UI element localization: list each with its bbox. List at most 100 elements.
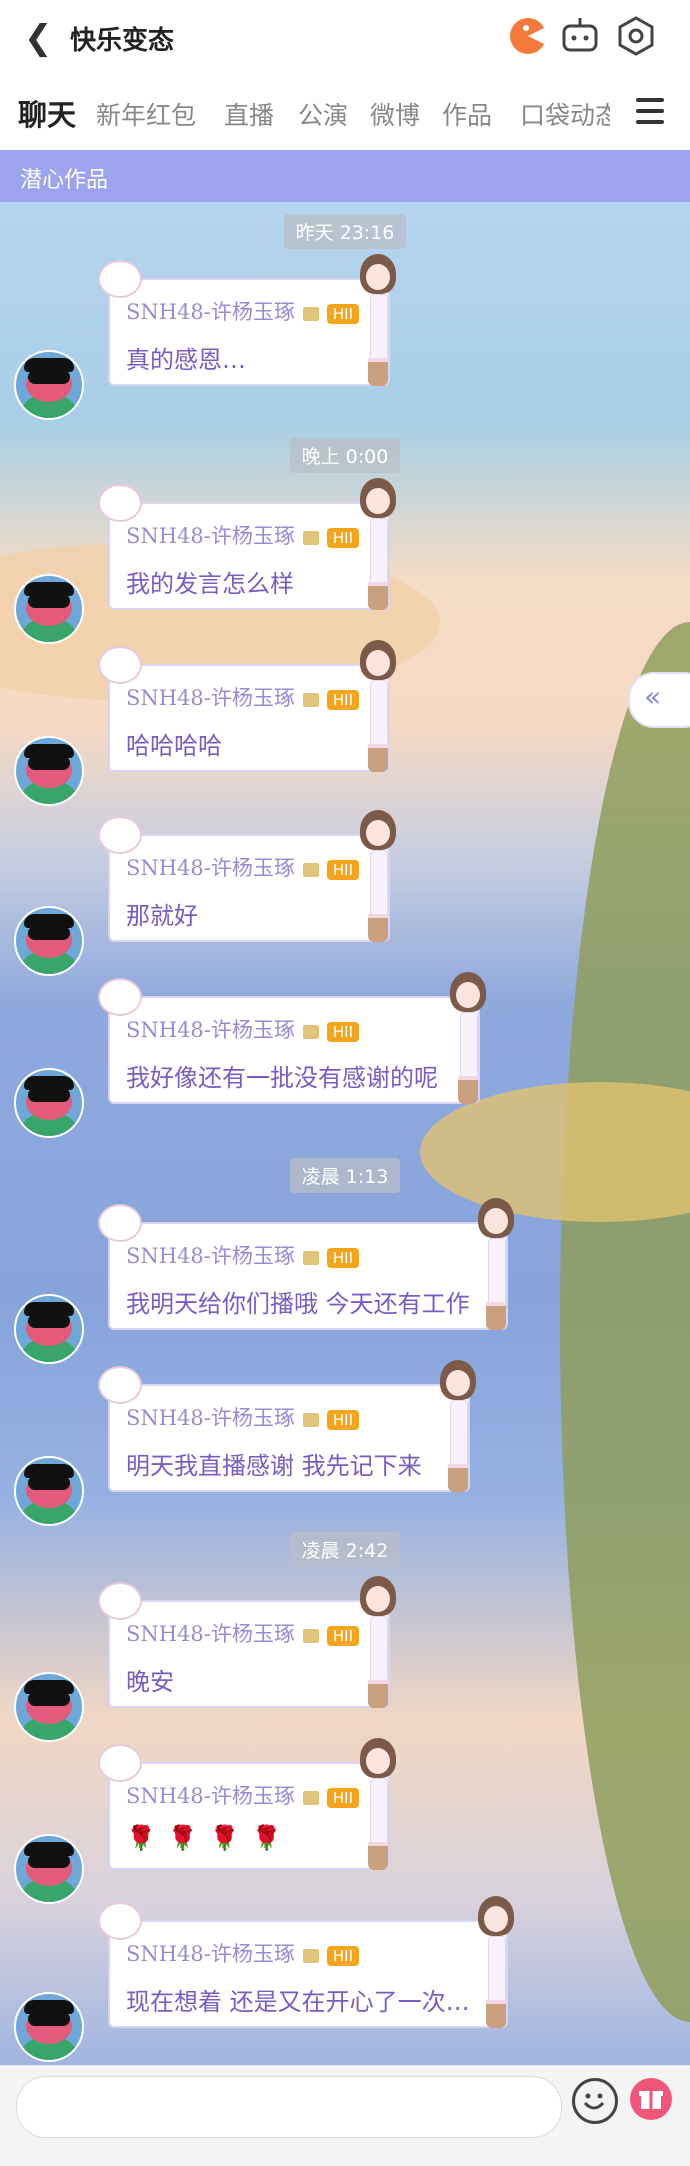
tab-performance[interactable]: 公演 bbox=[298, 96, 348, 132]
tab-red-packet[interactable]: 新年红包 bbox=[96, 96, 196, 132]
top-bar: ❮ 快乐变态 bbox=[0, 0, 690, 74]
message-text: 明天我直播感谢 我先记下来 bbox=[126, 1452, 422, 1480]
sender-name: SNH48-许杨玉琢 HII bbox=[126, 296, 360, 326]
level-badge: HII bbox=[326, 689, 360, 710]
robot-icon[interactable] bbox=[558, 14, 602, 58]
message-text: 我好像还有一批没有感谢的呢 bbox=[126, 1064, 438, 1092]
message-text: 哈哈哈哈 bbox=[126, 732, 222, 760]
sender-name: SNH48-许杨玉琢 HII bbox=[126, 1014, 360, 1044]
timestamp: 昨天 23:16 bbox=[0, 214, 690, 249]
sheep-decoration-icon bbox=[98, 1204, 142, 1242]
avatar[interactable] bbox=[14, 1672, 84, 1742]
timestamp: 凌晨 1:13 bbox=[0, 1158, 690, 1193]
message-text: 我明天给你们播哦 今天还有工作 bbox=[126, 1290, 470, 1318]
house-icon bbox=[302, 1948, 319, 1963]
tab-live[interactable]: 直播 bbox=[224, 96, 274, 132]
chevron-left-icon[interactable]: ❮ bbox=[24, 18, 53, 58]
message-bubble[interactable]: SNH48-许杨玉琢 HII 我的发言怎么样 bbox=[98, 478, 396, 610]
level-badge: HII bbox=[326, 1945, 360, 1966]
level-badge: HII bbox=[326, 303, 360, 324]
message-text: 真的感恩… bbox=[126, 346, 246, 374]
level-badge: HII bbox=[326, 1247, 360, 1268]
settings-icon[interactable] bbox=[614, 14, 658, 58]
tab-chat[interactable]: 聊天 bbox=[18, 92, 76, 134]
sheep-decoration-icon bbox=[98, 978, 142, 1016]
idol-avatar-decoration bbox=[356, 478, 400, 614]
avatar[interactable] bbox=[14, 1834, 84, 1904]
house-icon bbox=[302, 306, 319, 321]
level-badge: HII bbox=[326, 1409, 360, 1430]
message-bubble[interactable]: SNH48-许杨玉琢 HII 哈哈哈哈 bbox=[98, 640, 396, 772]
sender-name: SNH48-许杨玉琢 HII bbox=[126, 1618, 360, 1648]
avatar[interactable] bbox=[14, 736, 84, 806]
sheep-decoration-icon bbox=[98, 1744, 142, 1782]
avatar[interactable] bbox=[14, 906, 84, 976]
section-banner: 潜心作品 bbox=[0, 150, 690, 202]
idol-avatar-decoration bbox=[474, 1896, 518, 2032]
level-badge: HII bbox=[326, 527, 360, 548]
sheep-decoration-icon bbox=[98, 484, 142, 522]
level-badge: HII bbox=[326, 1625, 360, 1646]
collapse-side-button[interactable]: « bbox=[628, 672, 690, 728]
avatar[interactable] bbox=[14, 1992, 84, 2062]
idol-avatar-decoration bbox=[446, 972, 490, 1108]
page-title: 快乐变态 bbox=[70, 26, 175, 56]
avatar[interactable] bbox=[14, 1294, 84, 1364]
sheep-decoration-icon bbox=[98, 1902, 142, 1940]
input-bar bbox=[0, 2065, 690, 2166]
avatar[interactable] bbox=[14, 1068, 84, 1138]
idol-avatar-decoration bbox=[356, 254, 400, 390]
sheep-decoration-icon bbox=[98, 1582, 142, 1620]
double-chevron-left-icon: « bbox=[644, 680, 662, 713]
message-bubble[interactable]: SNH48-许杨玉琢 HII 那就好 bbox=[98, 810, 396, 942]
idol-avatar-decoration bbox=[474, 1198, 518, 1334]
idol-avatar-decoration bbox=[356, 640, 400, 776]
timestamp: 凌晨 2:42 bbox=[0, 1532, 690, 1567]
level-badge: HII bbox=[326, 1021, 360, 1042]
idol-avatar-decoration bbox=[436, 1360, 480, 1496]
emoji-icon[interactable] bbox=[572, 2078, 618, 2124]
menu-icon[interactable] bbox=[636, 98, 664, 124]
sender-name: SNH48-许杨玉琢 HII bbox=[126, 520, 360, 550]
message-bubble[interactable]: SNH48-许杨玉琢 HII 晚安 bbox=[98, 1576, 396, 1708]
sheep-decoration-icon bbox=[98, 816, 142, 854]
sender-name: SNH48-许杨玉琢 HII bbox=[126, 1938, 360, 1968]
house-icon bbox=[302, 1412, 319, 1427]
tab-pocket-feed[interactable]: 口袋动态 bbox=[520, 96, 610, 132]
message-bubble[interactable]: SNH48-许杨玉琢 HII 我好像还有一批没有感谢的呢 bbox=[98, 972, 486, 1104]
message-text: 现在想着 还是又在开心了一次… bbox=[126, 1988, 470, 2016]
sender-name: SNH48-许杨玉琢 HII bbox=[126, 852, 360, 882]
tab-weibo[interactable]: 微博 bbox=[370, 96, 420, 132]
message-input[interactable] bbox=[16, 2076, 562, 2138]
section-label: 潜心作品 bbox=[20, 168, 109, 193]
sheep-decoration-icon bbox=[98, 646, 142, 684]
chat-area[interactable]: 昨天 23:16 SNH48-许杨玉琢 HII 真的感恩… 晚上 0:00 SNH… bbox=[0, 202, 690, 2065]
message-bubble[interactable]: SNH48-许杨玉琢 HII 真的感恩… bbox=[98, 254, 396, 386]
avatar[interactable] bbox=[14, 350, 84, 420]
timestamp: 晚上 0:00 bbox=[0, 438, 690, 473]
pacman-game-icon[interactable] bbox=[506, 14, 550, 58]
house-icon bbox=[302, 1790, 319, 1805]
house-icon bbox=[302, 1024, 319, 1039]
message-text: 那就好 bbox=[126, 902, 198, 930]
house-icon bbox=[302, 862, 319, 877]
sender-name: SNH48-许杨玉琢 HII bbox=[126, 1240, 360, 1270]
message-text: 🌹🌹🌹🌹 bbox=[126, 1824, 294, 1852]
avatar[interactable] bbox=[14, 574, 84, 644]
message-bubble[interactable]: SNH48-许杨玉琢 HII 我明天给你们播哦 今天还有工作 bbox=[98, 1198, 514, 1330]
message-bubble[interactable]: SNH48-许杨玉琢 HII 现在想着 还是又在开心了一次… bbox=[98, 1896, 514, 2028]
avatar[interactable] bbox=[14, 1456, 84, 1526]
idol-avatar-decoration bbox=[356, 1576, 400, 1712]
house-icon bbox=[302, 1250, 319, 1265]
message-text: 我的发言怎么样 bbox=[126, 570, 294, 598]
message-bubble[interactable]: SNH48-许杨玉琢 HII 🌹🌹🌹🌹 bbox=[98, 1738, 396, 1870]
idol-avatar-decoration bbox=[356, 810, 400, 946]
tab-works[interactable]: 作品 bbox=[442, 96, 492, 132]
house-icon bbox=[302, 692, 319, 707]
sender-name: SNH48-许杨玉琢 HII bbox=[126, 1780, 360, 1810]
sheep-decoration-icon bbox=[98, 260, 142, 298]
sender-name: SNH48-许杨玉琢 HII bbox=[126, 1402, 360, 1432]
gift-icon[interactable] bbox=[630, 2078, 672, 2120]
message-bubble[interactable]: SNH48-许杨玉琢 HII 明天我直播感谢 我先记下来 bbox=[98, 1360, 476, 1492]
level-badge: HII bbox=[326, 1787, 360, 1808]
